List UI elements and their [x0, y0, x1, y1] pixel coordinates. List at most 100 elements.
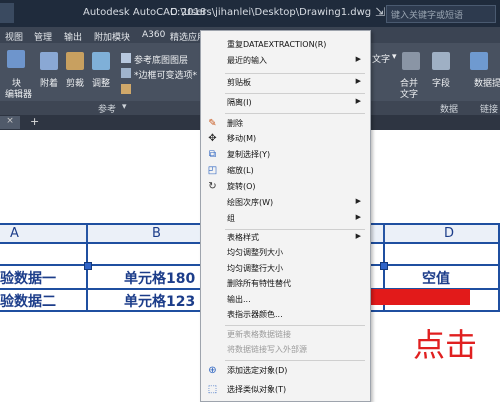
merge-text-icon[interactable]	[402, 52, 420, 70]
menu-item-add-selected[interactable]: ⊕ 添加选定对象(D)	[201, 364, 370, 379]
clip-icon[interactable]	[66, 52, 84, 70]
table-cell[interactable]: 验数据二	[0, 291, 56, 311]
menu-item-export[interactable]: 输出...	[201, 293, 370, 308]
menu-separator	[225, 73, 365, 74]
panel-link-title[interactable]: 链接	[480, 102, 498, 115]
new-tab-icon[interactable]: +	[30, 115, 39, 128]
frame-variable-label[interactable]: *边框可变选项*	[134, 68, 197, 81]
menu-item-label: 隔离(I)	[227, 98, 252, 107]
col-header-d[interactable]: D	[444, 226, 454, 241]
table-grip-handle[interactable]	[380, 262, 388, 270]
block-editor-icon[interactable]	[7, 50, 25, 68]
tab-view[interactable]: 视图	[5, 30, 23, 43]
menu-item-remove-overrides[interactable]: 删除所有特性替代	[201, 277, 370, 292]
frame-variable-icon[interactable]	[121, 68, 131, 78]
menu-item-repeat-dataextraction[interactable]: 重复DATAEXTRACTION(R)	[201, 38, 370, 53]
menu-item-label: 均匀调整行大小	[227, 264, 283, 273]
menu-item-erase[interactable]: ✎ 删除	[201, 117, 370, 132]
submenu-arrow-icon: ▶	[355, 232, 361, 240]
panel-data-title[interactable]: 数据	[440, 102, 458, 115]
menu-item-label: 删除	[227, 119, 243, 128]
menu-item-label: 重复DATAEXTRACTION(R)	[227, 40, 327, 49]
move-icon: ✥	[208, 133, 217, 144]
menu-item-label: 表格样式	[227, 233, 259, 242]
menu-item-label: 表指示器颜色...	[227, 310, 283, 319]
menu-separator	[225, 229, 365, 230]
eraser-icon: ✎	[208, 118, 217, 129]
tab-output[interactable]: 输出	[64, 30, 82, 43]
attach-icon[interactable]	[40, 52, 58, 70]
menu-item-group[interactable]: 组 ▶	[201, 212, 370, 227]
table-cell[interactable]: 空值	[422, 268, 450, 288]
menu-item-update-data-link: 更新表格数据链接	[201, 328, 370, 343]
rotate-icon: ↻	[208, 181, 217, 192]
col-header-a[interactable]: A	[10, 226, 19, 241]
menu-item-clipboard[interactable]: 剪贴板 ▶	[201, 76, 370, 91]
attach-label: 附着	[40, 79, 59, 89]
table-cell[interactable]: 单元格123	[124, 291, 195, 311]
menu-item-label: 选择类似对象(T)	[227, 385, 287, 394]
menu-item-move[interactable]: ✥ 移动(M)	[201, 132, 370, 147]
adjust-icon[interactable]	[92, 52, 110, 70]
menu-item-recent-input[interactable]: 最近的输入 ▶	[201, 54, 370, 69]
menu-item-label: 绘图次序(W)	[227, 198, 274, 207]
menu-item-label: 旋转(O)	[227, 182, 256, 191]
menu-item-rotate[interactable]: ↻ 旋转(O)	[201, 180, 370, 195]
submenu-arrow-icon: ▶	[355, 55, 361, 63]
panel-expand-icon[interactable]: ▾	[122, 102, 127, 112]
menu-item-label: 缩放(L)	[227, 166, 254, 175]
table-cell[interactable]: 单元格180	[124, 268, 195, 288]
adjust-label: 调整	[92, 79, 111, 89]
menu-item-label: 将数据链接写入外部源	[227, 345, 307, 354]
menu-item-select-similar[interactable]: ⬚ 选择类似对象(T)	[201, 383, 370, 398]
menu-separator	[225, 93, 365, 94]
field-label: 字段	[432, 79, 451, 89]
data-extraction-label: 数据提	[474, 79, 500, 89]
search-toggle-icon[interactable]: ⇲	[375, 5, 385, 19]
click-annotation: 点击	[413, 326, 478, 364]
menu-separator	[225, 360, 365, 361]
menu-item-isolate[interactable]: 隔离(I) ▶	[201, 96, 370, 111]
text-label-top: 文字	[372, 55, 391, 65]
table-grip-handle[interactable]	[84, 262, 92, 270]
menu-item-label: 组	[227, 214, 235, 223]
context-menu: 重复DATAEXTRACTION(R) 最近的输入 ▶ 剪贴板 ▶ 隔离(I) ▶ ✎…	[200, 30, 371, 402]
tab-manage[interactable]: 管理	[34, 30, 52, 43]
menu-separator	[225, 113, 365, 114]
field-icon[interactable]	[432, 52, 450, 70]
text-dropdown-icon[interactable]: ▾	[392, 52, 397, 62]
menu-item-label: 更新表格数据链接	[227, 330, 291, 339]
submenu-arrow-icon: ▶	[355, 97, 361, 105]
search-placeholder: 键入关键字或短语	[391, 11, 464, 21]
file-tab-close-icon[interactable]: ×	[0, 116, 20, 129]
menu-item-indicator-color[interactable]: 表指示器颜色...	[201, 308, 370, 323]
copy-icon: ⧉	[208, 149, 217, 160]
menu-item-label: 输出...	[227, 295, 251, 304]
table-cell[interactable]: 验数据一	[0, 268, 56, 288]
menu-item-table-style[interactable]: 表格样式 ▶	[201, 231, 370, 246]
menu-item-label: 剪贴板	[227, 78, 251, 87]
menu-item-draw-order[interactable]: 绘图次序(W) ▶	[201, 196, 370, 211]
menu-item-label: 均匀调整列大小	[227, 248, 283, 257]
menu-item-size-rows[interactable]: 均匀调整行大小	[201, 262, 370, 277]
app-menu-button[interactable]	[0, 3, 14, 23]
select-similar-icon: ⬚	[207, 384, 218, 395]
snap-underlay-icon[interactable]	[121, 84, 131, 94]
panel-reference-title[interactable]: 参考	[98, 102, 116, 115]
block-editor-label: 编辑器	[5, 90, 33, 100]
submenu-arrow-icon: ▶	[355, 77, 361, 85]
menu-item-label: 删除所有特性替代	[227, 279, 291, 288]
tab-a360[interactable]: A360	[142, 30, 165, 40]
menu-item-scale[interactable]: ◰ 缩放(L)	[201, 164, 370, 179]
tab-addins[interactable]: 附加模块	[94, 30, 130, 43]
menu-item-copy-selection[interactable]: ⧉ 复制选择(Y)	[201, 148, 370, 163]
underlay-layers-icon[interactable]	[121, 53, 131, 63]
menu-item-size-columns[interactable]: 均匀调整列大小	[201, 246, 370, 261]
menu-item-label: 最近的输入	[227, 56, 267, 65]
col-header-b[interactable]: B	[152, 226, 161, 241]
submenu-arrow-icon: ▶	[355, 213, 361, 221]
underlay-layers-label[interactable]: 参考底图图层	[134, 53, 188, 66]
search-input[interactable]: 键入关键字或短语	[386, 5, 496, 23]
data-extraction-icon[interactable]	[470, 52, 488, 70]
menu-item-write-data-link: 将数据链接写入外部源	[201, 343, 370, 358]
